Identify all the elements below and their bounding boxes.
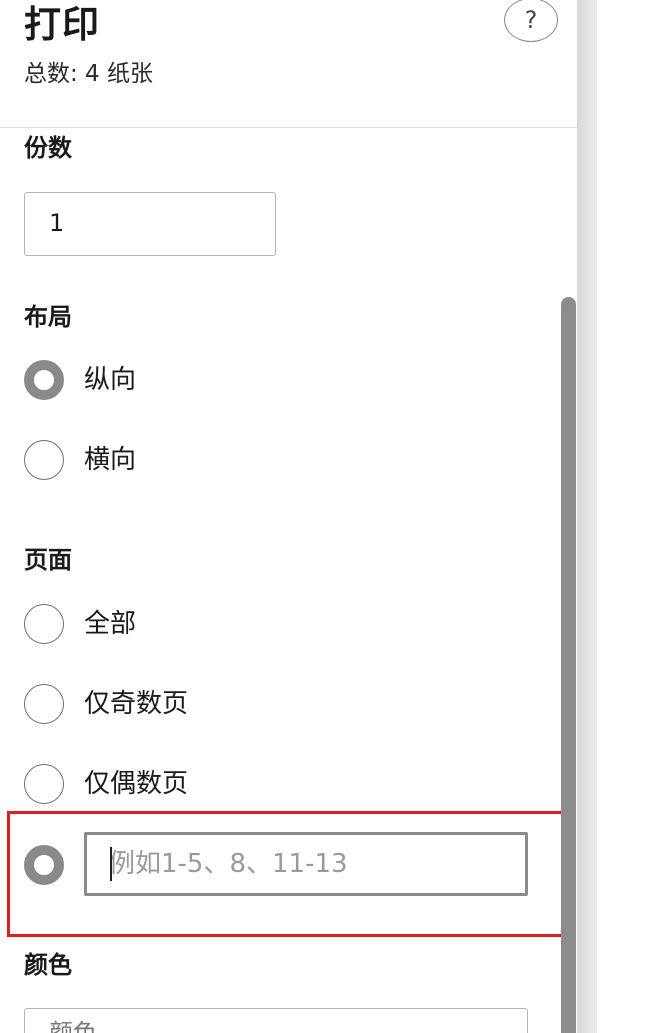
page-range-input[interactable]: 例如1-5、8、11-13 — [84, 832, 528, 896]
layout-option-label: 横向 — [84, 445, 137, 475]
pages-option-custom[interactable] — [24, 843, 64, 887]
panel-shadow — [577, 0, 597, 1033]
pages-option-label: 全部 — [84, 609, 137, 639]
copies-input[interactable]: 1 — [24, 192, 276, 256]
help-button[interactable]: ? — [504, 0, 558, 42]
radio-unchecked-icon[interactable] — [24, 604, 64, 644]
radio-unchecked-icon[interactable] — [24, 684, 64, 724]
color-select[interactable]: 颜色 — [24, 1008, 528, 1033]
header-divider — [0, 127, 577, 128]
layout-label: 布局 — [24, 303, 72, 331]
scrollbar-thumb[interactable] — [561, 297, 576, 1033]
question-icon: ? — [524, 6, 538, 34]
pages-option-even[interactable]: 仅偶数页 — [24, 762, 188, 806]
background-area — [597, 0, 647, 1033]
page-title: 打印 — [24, 3, 100, 46]
print-panel: 打印 总数: 4 纸张 ? 份数 1 布局 纵向 横向 页面 全部 仅奇数页 仅… — [0, 0, 577, 1033]
layout-option-label: 纵向 — [84, 365, 137, 395]
layout-option-landscape[interactable]: 横向 — [24, 438, 136, 482]
copies-label: 份数 — [24, 134, 72, 162]
pages-option-label: 仅奇数页 — [84, 689, 189, 719]
pages-option-label: 仅偶数页 — [84, 769, 189, 799]
layout-option-portrait[interactable]: 纵向 — [24, 358, 136, 402]
text-caret — [110, 847, 112, 881]
pages-option-odd[interactable]: 仅奇数页 — [24, 682, 188, 726]
radio-checked-icon[interactable] — [24, 845, 64, 885]
color-label: 颜色 — [24, 951, 72, 979]
radio-checked-icon[interactable] — [24, 360, 64, 400]
radio-unchecked-icon[interactable] — [24, 440, 64, 480]
pages-option-all[interactable]: 全部 — [24, 602, 136, 646]
page-range-placeholder: 例如1-5、8、11-13 — [109, 849, 348, 879]
radio-unchecked-icon[interactable] — [24, 764, 64, 804]
pages-label: 页面 — [24, 546, 72, 574]
sheet-count: 总数: 4 纸张 — [24, 61, 154, 87]
